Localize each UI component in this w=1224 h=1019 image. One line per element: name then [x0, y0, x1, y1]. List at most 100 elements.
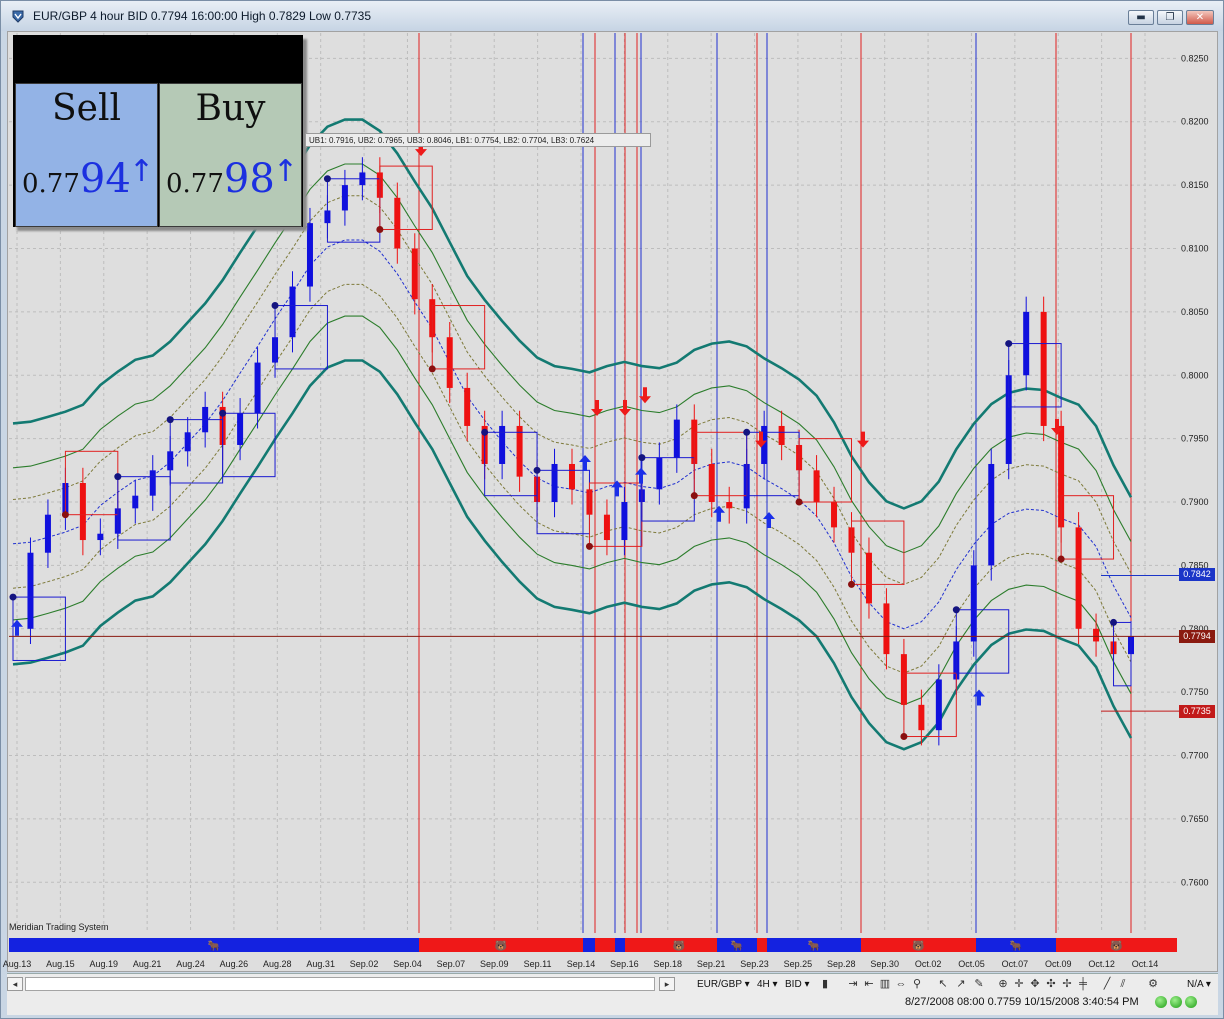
crosshair-icon[interactable]: ✛ [1013, 978, 1025, 990]
low-dot [61, 511, 69, 519]
symbol-select[interactable]: EUR/GBP ▾ [697, 977, 750, 992]
y-tick-label: 0.8050 [1181, 307, 1209, 317]
bear-icon: 🐻 [495, 939, 508, 952]
candle-type-icon[interactable]: ▮ [819, 978, 831, 990]
high-dot [952, 606, 960, 614]
split-icon[interactable]: ✢ [1061, 978, 1073, 990]
buy-price: 0.7798 [166, 156, 275, 202]
sell-arrow-icon [857, 431, 869, 448]
bull-icon: 🐂 [731, 940, 743, 952]
line-icon[interactable]: ╱ [1101, 978, 1113, 990]
move-icon[interactable]: ✥ [1029, 978, 1041, 990]
low-dot [1057, 555, 1065, 563]
range-box [693, 431, 748, 497]
bands-readout: UB1: 0.7916, UB2: 0.7965, UB3: 0.8046, L… [305, 133, 651, 147]
range-box [1060, 495, 1115, 560]
bars-icon[interactable]: ▥ [879, 978, 891, 990]
y-tick-label: 0.8200 [1181, 117, 1209, 127]
x-tick-label: Oct.12 [1088, 959, 1115, 969]
bull-segment [615, 938, 625, 952]
buy-up-arrow-icon: ↑ [272, 154, 298, 189]
candle-body [79, 483, 86, 541]
x-tick-label: Aug.19 [90, 959, 119, 969]
high-dot [1110, 618, 1118, 626]
candle-body [621, 502, 628, 541]
bull-segment [583, 938, 595, 952]
candle-body [254, 362, 261, 414]
cursor-icon[interactable]: ↖ [937, 978, 949, 990]
chart-scrollbar[interactable] [25, 977, 655, 991]
high-dot [219, 409, 227, 417]
feed-status-icon [1170, 996, 1182, 1008]
buy-arrow-icon [579, 454, 591, 471]
candle-body [883, 603, 890, 655]
x-tick-label: Sep.07 [437, 959, 466, 969]
y-tick-label: 0.7650 [1181, 814, 1209, 824]
sell-up-arrow-icon: ↑ [128, 154, 154, 189]
bear-segment [595, 938, 615, 952]
high-dot [533, 466, 541, 474]
low-dot [428, 365, 436, 373]
low-dot [795, 498, 803, 506]
x-tick-label: Oct.02 [915, 959, 942, 969]
y-tick-label: 0.8250 [1181, 53, 1209, 63]
settings-icon[interactable]: ⚙ [1147, 978, 1159, 990]
x-tick-label: Aug.21 [133, 959, 162, 969]
low-price-tag: 0.7735 [1179, 705, 1215, 718]
x-tick-label: Sep.18 [654, 959, 683, 969]
price-side-select[interactable]: BID ▾ [785, 977, 809, 992]
y-tick-label: 0.7900 [1181, 497, 1209, 507]
buy-price-pips: 98 [223, 156, 275, 202]
sell-price-prefix: 0.77 [22, 169, 80, 199]
draw-icon[interactable]: ✎ [973, 978, 985, 990]
x-tick-label: Sep.04 [393, 959, 422, 969]
sell-arrow-icon [591, 399, 603, 416]
channel-icon[interactable]: ⫽ [1117, 978, 1129, 990]
candle-body [446, 337, 453, 388]
zoom-in-icon[interactable]: ⊕ [997, 978, 1009, 990]
range-box [484, 431, 538, 497]
sell-cell[interactable]: Sell 0.7794 ↑ [15, 83, 158, 227]
candle-body [149, 470, 156, 496]
scroll-right-button[interactable]: ▸ [659, 977, 675, 991]
buy-cell[interactable]: Buy 0.7798 ↑ [159, 83, 302, 227]
quote-panel: Sell 0.7794 ↑ Buy 0.7798 ↑ [13, 35, 303, 227]
current-price-tag: 0.7794 [1179, 630, 1215, 643]
x-tick-label: Sep.16 [610, 959, 639, 969]
range-box [274, 305, 328, 370]
y-tick-label: 0.8150 [1181, 180, 1209, 190]
na-select[interactable]: N/A ▾ [1187, 977, 1211, 992]
high-dot [1005, 340, 1013, 348]
x-tick-label: Aug.13 [3, 959, 32, 969]
high-dot [638, 454, 646, 462]
auto-scroll-icon[interactable]: ⇥ [847, 978, 859, 990]
ruler-icon[interactable]: ╪ [1077, 978, 1089, 990]
bull-icon: 🐂 [208, 940, 220, 952]
low-dot [848, 580, 855, 588]
high-dot [166, 416, 174, 424]
x-tick-label: Oct.07 [1002, 959, 1029, 969]
high-dot [9, 593, 17, 601]
candle-body [516, 425, 523, 477]
pan-icon[interactable]: ✣ [1045, 978, 1057, 990]
fit-icon[interactable]: ⇔ [895, 978, 907, 990]
y-tick-label: 0.7750 [1181, 687, 1209, 697]
candle-body [726, 502, 733, 509]
high-dot [271, 302, 279, 310]
range-box [326, 178, 381, 243]
x-tick-label: Aug.31 [306, 959, 335, 969]
candle-body [237, 413, 244, 445]
sell-label: Sell [52, 88, 121, 129]
scroll-left-button[interactable]: ◂ [7, 977, 23, 991]
candle-body [918, 704, 925, 731]
status-readout: 8/27/2008 08:00 0.7759 10/15/2008 3:40:5… [905, 996, 1139, 1008]
timeframe-select[interactable]: 4H ▾ [757, 977, 778, 992]
candle-body [778, 425, 785, 445]
connection-status-icon [1155, 996, 1167, 1008]
zoom-icon[interactable]: ⚲ [911, 978, 923, 990]
range-box [851, 520, 905, 585]
select-icon[interactable]: ↗ [955, 978, 967, 990]
low-dot [900, 733, 908, 741]
y-tick-label: 0.8100 [1181, 243, 1209, 253]
chart-shift-icon[interactable]: ⇤ [863, 978, 875, 990]
